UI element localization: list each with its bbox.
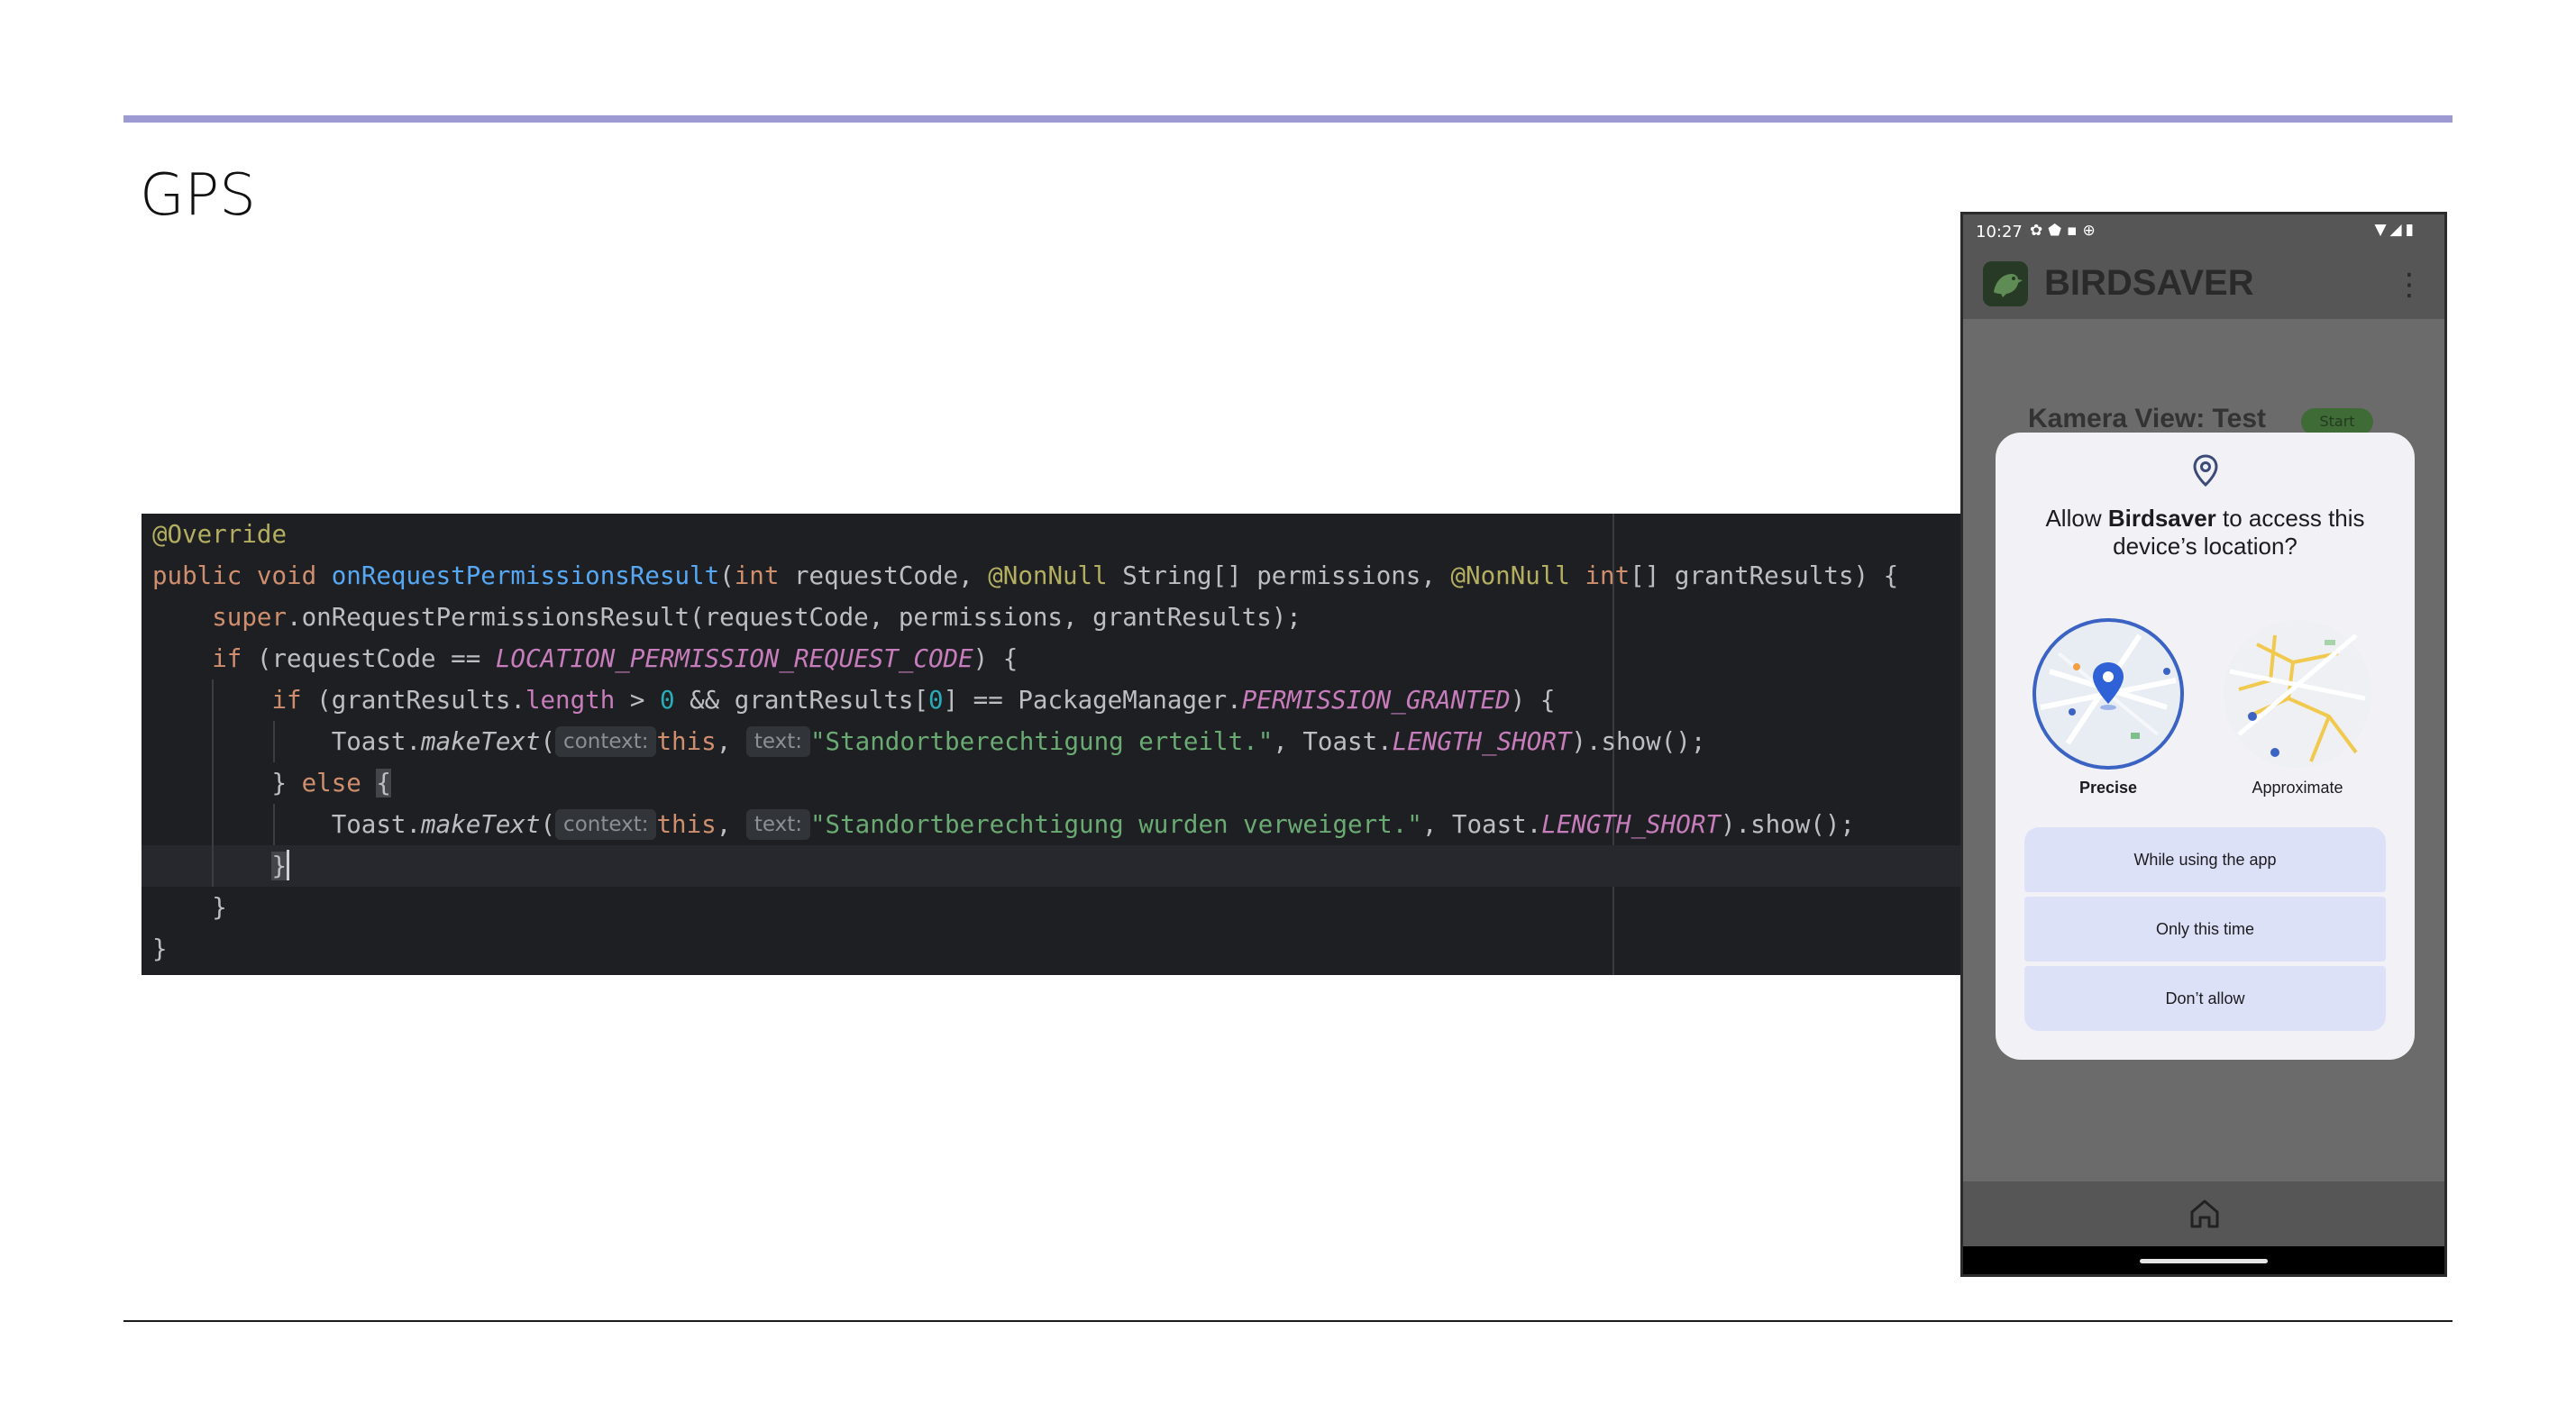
if-condition: (requestCode == (256, 644, 481, 673)
gesture-nav-area (1963, 1246, 2444, 1274)
dont-allow-button[interactable]: Don’t allow (2024, 966, 2386, 1031)
code-line-6: Toast.makeText(context: this, text: "Stand… (142, 721, 1960, 762)
precise-location-option[interactable] (2032, 617, 2185, 770)
app-bar: BIRDSAVER ⋮ (1963, 251, 2444, 319)
bird-logo-icon (1983, 261, 2028, 306)
toast-class: Toast. (331, 727, 422, 756)
method-make-text: makeText (421, 727, 541, 756)
code-line-3: super.onRequestPermissionsResult(request… (142, 597, 1960, 638)
app-title: BIRDSAVER (2044, 263, 2254, 303)
code-line-7: } else { (142, 762, 1960, 804)
text-cursor (287, 850, 290, 880)
keyword-this: this (656, 727, 717, 756)
super-call: .onRequestPermissionsResult(requestCode,… (287, 603, 1302, 632)
bottom-rule (123, 1320, 2453, 1322)
keyword-public: public (152, 561, 242, 590)
code-line-2: public void onRequestPermissionsResult(i… (152, 561, 1899, 590)
status-time: 10:27 (1976, 223, 2023, 242)
param-hint-context: context: (555, 809, 657, 840)
slide-title: GPS (140, 162, 256, 229)
annotation-override: @Override (152, 520, 288, 549)
bottom-nav-bar (1963, 1181, 2444, 1246)
param-hint-context: context: (555, 726, 657, 757)
open-paren: ( (540, 727, 556, 756)
method-name: onRequestPermissionsResult (331, 561, 720, 590)
string-success: "Standortberechtigung erteilt." (810, 727, 1274, 756)
precise-label: Precise (2078, 779, 2138, 797)
status-bar: 10:27 ✿⬟▪⊕ ▼◢▮ (1963, 214, 2444, 251)
code-line-9-current[interactable]: } (142, 845, 1960, 887)
code-line-11: } (142, 928, 1960, 970)
status-system-icons: ▼◢▮ (2374, 221, 2417, 239)
code-line-10: } (142, 887, 1960, 928)
code-line-1: @Override (142, 514, 1960, 555)
code-editor-panel: @Override public void onRequestPermissio… (142, 514, 1960, 975)
toast-class: , Toast. (1273, 727, 1393, 756)
param-hint-text: text: (745, 726, 810, 757)
gesture-handle[interactable] (2140, 1259, 2268, 1263)
keyword-super: super (212, 603, 288, 632)
home-icon[interactable] (2187, 1196, 2223, 1232)
annotation-nonnull: @NonNull (1450, 561, 1570, 590)
param-permissions: String[] permissions, (1122, 561, 1436, 590)
phone-screenshot: 10:27 ✿⬟▪⊕ ▼◢▮ BIRDSAVER ⋮ Kamera View: … (1960, 212, 2447, 1277)
number-index: 0 (928, 686, 944, 715)
dialog-title: Allow Birdsaver to access this device’s … (2014, 505, 2397, 561)
open-paren: ( (540, 810, 556, 839)
constant-location-request-code: LOCATION_PERMISSION_REQUEST_CODE (495, 644, 973, 673)
method-make-text: makeText (421, 810, 541, 839)
grant-results-ref: (grantResults. (316, 686, 525, 715)
package-manager-ref: ] == PackageManager. (943, 686, 1242, 715)
keyword-this: this (656, 810, 717, 839)
dialog-title-prefix: Allow (2045, 505, 2108, 532)
param-hint-text: text: (745, 809, 810, 840)
param-grant-results: [] grantResults) { (1630, 561, 1899, 590)
code-line-5: if (grantResults.length > 0 && grantResu… (142, 679, 1960, 721)
grant-results-index: && grantResults[ (690, 686, 928, 715)
start-button[interactable]: Start (2301, 408, 2373, 435)
camera-view-label: Kamera View: Test (2028, 404, 2267, 433)
keyword-int: int (734, 561, 780, 590)
keyword-void: void (256, 561, 317, 590)
param-request-code: requestCode, (793, 561, 973, 590)
constant-length-short: LENGTH_SHORT (1392, 727, 1572, 756)
close-brace: } (212, 893, 227, 922)
keyword-if: if (271, 686, 302, 715)
top-accent-rule (123, 115, 2453, 123)
keyword-else: else (301, 769, 361, 798)
constant-length-short: LENGTH_SHORT (1541, 810, 1721, 839)
while-using-app-button[interactable]: While using the app (2024, 827, 2386, 892)
if-close: ) { (973, 644, 1019, 673)
code-line-8: Toast.makeText(context: this, text: "Stand… (142, 804, 1960, 845)
operator-gt: > (629, 686, 645, 715)
toast-class: , Toast. (1421, 810, 1542, 839)
matched-brace: } (271, 852, 288, 880)
field-length: length (525, 686, 616, 715)
if-close: ) { (1510, 686, 1556, 715)
toast-class: Toast. (331, 810, 422, 839)
location-pin-icon (2193, 454, 2218, 488)
keyword-if: if (212, 644, 242, 673)
close-brace: } (271, 769, 288, 798)
only-this-time-button[interactable]: Only this time (2024, 897, 2386, 962)
matched-brace: { (376, 769, 391, 798)
overflow-menu-icon[interactable]: ⋮ (2394, 267, 2425, 303)
code-line-4: if (requestCode == LOCATION_PERMISSION_R… (142, 638, 1960, 679)
approximate-location-option[interactable] (2221, 617, 2374, 770)
constant-permission-granted: PERMISSION_GRANTED (1241, 686, 1511, 715)
approximate-label: Approximate (2252, 779, 2343, 797)
location-permission-dialog: Allow Birdsaver to access this device’s … (1996, 433, 2415, 1060)
status-notification-icons: ✿⬟▪⊕ (2030, 222, 2101, 240)
annotation-nonnull: @NonNull (988, 561, 1108, 590)
show-call: ).show(); (1571, 727, 1706, 756)
close-brace: } (152, 934, 168, 963)
show-call: ).show(); (1720, 810, 1855, 839)
string-denied: "Standortberechtigung wurden verweigert.… (810, 810, 1422, 839)
keyword-int: int (1585, 561, 1631, 590)
dialog-app-name: Birdsaver (2107, 505, 2216, 532)
number-zero: 0 (659, 686, 675, 715)
